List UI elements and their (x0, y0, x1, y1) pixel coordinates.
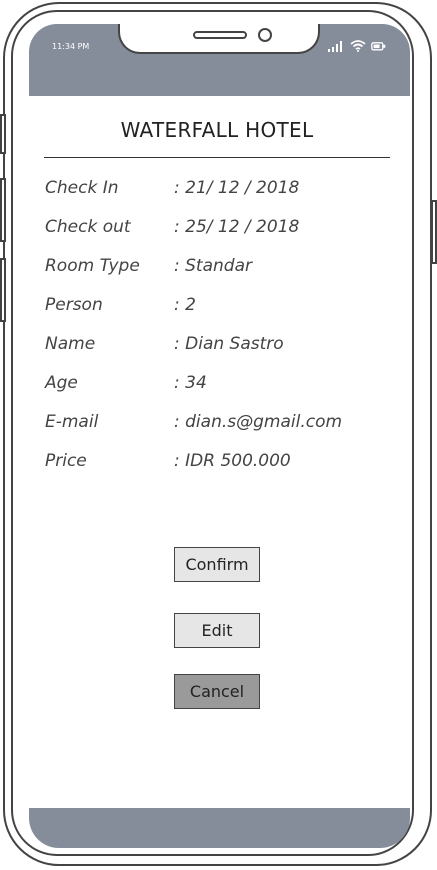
detail-value: : Standar (174, 256, 252, 276)
signal-icon (328, 41, 342, 52)
detail-label: Price (45, 451, 87, 471)
detail-value: : 25/ 12 / 2018 (174, 217, 300, 237)
status-icons (327, 40, 386, 52)
cancel-button[interactable]: Cancel (174, 674, 260, 709)
title-divider (44, 157, 390, 158)
detail-label: Age (45, 373, 78, 393)
detail-value: : 34 (174, 373, 207, 393)
detail-label: Check out (45, 217, 131, 237)
status-time: 11:34 PM (52, 42, 90, 51)
side-button-left-1 (0, 114, 6, 154)
booking-summary-screen: WATERFALL HOTEL Check In : 21/ 12 / 2018… (29, 96, 410, 808)
detail-label: Person (45, 295, 103, 315)
detail-label: Check In (45, 178, 119, 198)
detail-value: : 21/ 12 / 2018 (174, 178, 300, 198)
edit-button[interactable]: Edit (174, 613, 260, 648)
detail-label: Room Type (45, 256, 140, 276)
detail-value: : IDR 500.000 (174, 451, 291, 471)
speaker-icon (193, 31, 247, 39)
confirm-button[interactable]: Confirm (174, 547, 260, 582)
detail-label: E-mail (45, 412, 99, 432)
detail-label: Name (45, 334, 96, 354)
detail-value: : dian.s@gmail.com (174, 412, 343, 432)
detail-value: : 2 (174, 295, 196, 315)
camera-icon (258, 28, 272, 42)
side-button-left-3 (0, 258, 6, 322)
detail-value: : Dian Sastro (174, 334, 284, 354)
side-button-right (431, 200, 437, 264)
home-bar (29, 808, 410, 848)
wifi-icon (350, 40, 366, 52)
side-button-left-2 (0, 178, 6, 242)
phone-notch (118, 24, 320, 54)
page-title: WATERFALL HOTEL (120, 118, 314, 142)
battery-icon (371, 42, 386, 51)
